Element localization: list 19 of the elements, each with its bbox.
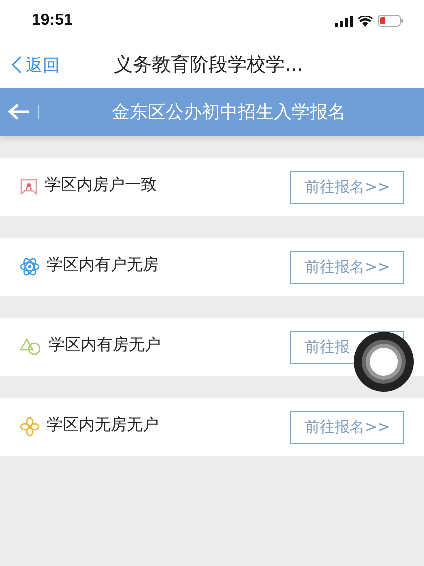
wifi-icon bbox=[358, 16, 373, 26]
back-button[interactable]: 返回 bbox=[12, 54, 60, 76]
option-label: 学区内房户一致 bbox=[45, 174, 158, 196]
certificate-icon bbox=[20, 178, 38, 196]
register-button[interactable]: 前往报名>> bbox=[290, 410, 404, 444]
atom-icon bbox=[20, 257, 40, 277]
option-label: 学区内有房无户 bbox=[49, 334, 162, 356]
page-title: 义务教育阶段学校学... bbox=[114, 53, 304, 78]
signal-icon bbox=[335, 16, 353, 26]
header-title: 金东区公办初中招生入学报名 bbox=[112, 101, 346, 124]
register-button[interactable]: 前往报名>> bbox=[290, 170, 404, 204]
chevron-left-icon bbox=[12, 56, 22, 74]
option-label: 学区内有户无房 bbox=[47, 254, 160, 276]
status-time: 19:51 bbox=[32, 12, 73, 30]
flower-icon bbox=[20, 417, 40, 437]
battery-icon bbox=[378, 15, 404, 27]
triangle-circle-icon bbox=[20, 338, 42, 356]
register-button[interactable]: 前往报名>> bbox=[290, 250, 404, 284]
option-label: 学区内无房无户 bbox=[47, 414, 160, 436]
